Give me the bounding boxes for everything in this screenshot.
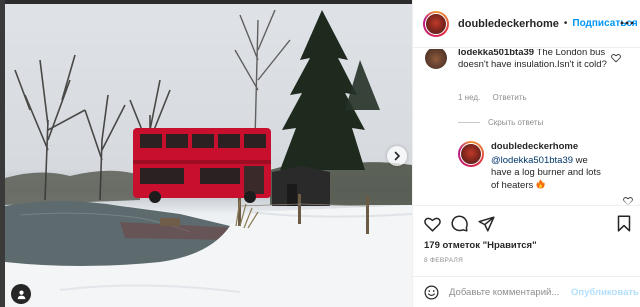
comment-input[interactable] [449, 286, 567, 298]
action-buttons [424, 215, 495, 232]
header-separator: • [563, 18, 568, 29]
post-date[interactable]: 8 февраля [424, 257, 463, 264]
author-username[interactable]: doubledeckerhome [458, 18, 559, 30]
commenter-username[interactable]: lodekka501bta39 [458, 49, 534, 58]
smiley-icon[interactable] [424, 285, 439, 300]
comment-like-icon[interactable] [611, 53, 621, 63]
comments-list[interactable]: lodekka501bta39 The London bus doesn't h… [413, 49, 640, 206]
reply-body: @lodekka501bta39 we have a log burner an… [491, 155, 603, 192]
chevron-right-icon [394, 151, 400, 161]
next-photo-button[interactable] [387, 146, 407, 166]
like-button[interactable] [424, 215, 441, 232]
share-icon [478, 215, 495, 232]
comment-composer: Опубликовать [413, 276, 640, 307]
author-avatar[interactable] [423, 10, 449, 37]
commenter-avatar[interactable] [425, 49, 447, 69]
likes-count[interactable]: 179 отметок "Нравится" [424, 240, 537, 251]
hide-replies-toggle[interactable]: Скрыть ответы [458, 118, 543, 127]
tagged-users-button[interactable] [11, 284, 31, 304]
reply-button[interactable]: Ответить [493, 93, 527, 102]
post-header: doubledeckerhome • Подписаться [413, 0, 640, 48]
reply-mention[interactable]: @lodekka501bta39 [491, 155, 573, 166]
comment-icon [451, 215, 468, 232]
post-photo[interactable] [0, 0, 412, 307]
heart-icon [424, 217, 441, 232]
hide-replies-line [458, 122, 480, 123]
comment-time[interactable]: 1 нед. [458, 93, 480, 102]
photo-top-border [0, 0, 412, 4]
photo-scene [5, 9, 412, 307]
hide-replies-label: Скрыть ответы [488, 118, 544, 127]
comment-body: lodekka501bta39 The London bus doesn't h… [458, 49, 608, 71]
user-tag-icon [17, 290, 25, 299]
bus-shape [133, 128, 271, 203]
reply-author-avatar[interactable] [458, 141, 484, 167]
more-icon [620, 21, 634, 25]
publish-button[interactable]: Опубликовать [571, 287, 639, 298]
post-side-panel: doubledeckerhome • Подписаться lodekka50… [412, 0, 640, 307]
more-options-button[interactable] [619, 16, 635, 30]
bookmark-icon[interactable] [616, 215, 632, 232]
comment-meta: 1 нед. Ответить [458, 93, 537, 102]
post-actions-area: 179 отметок "Нравится" 8 февраля [413, 205, 640, 275]
post-modal: doubledeckerhome • Подписаться lodekka50… [0, 0, 640, 307]
photo-left-border [0, 0, 5, 307]
comment-button[interactable] [451, 215, 468, 232]
reply-author-username[interactable]: doubledeckerhome [491, 141, 578, 152]
share-button[interactable] [478, 215, 495, 232]
fire-emoji [536, 179, 545, 189]
